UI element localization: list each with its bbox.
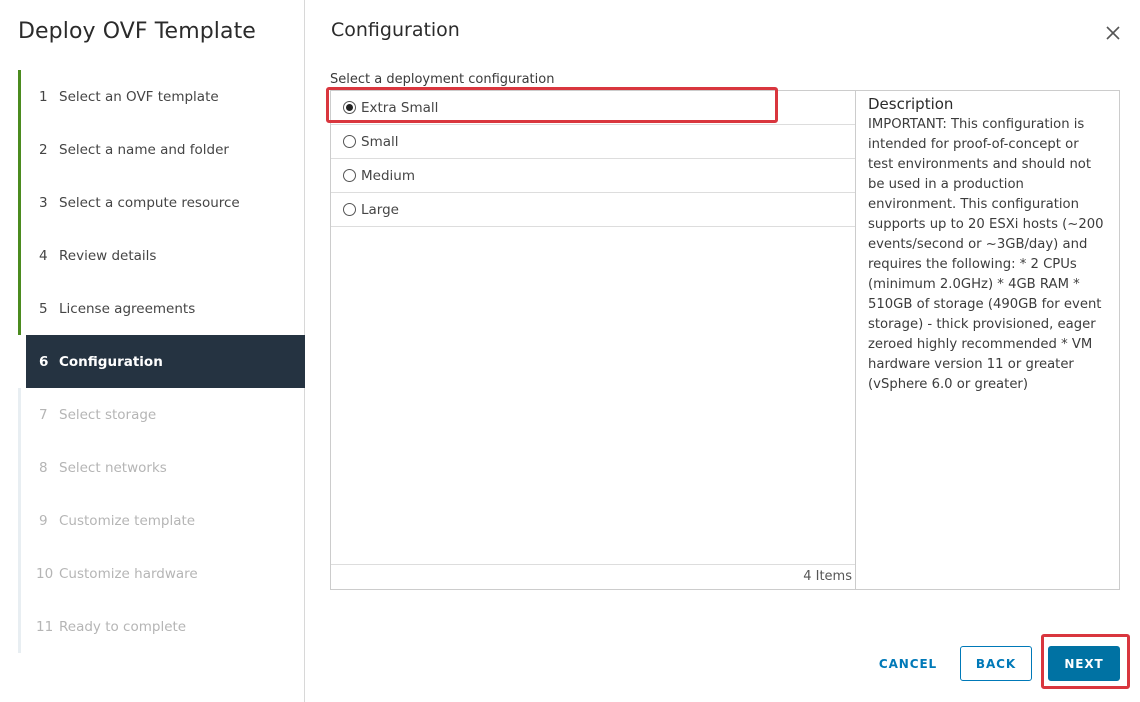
step-progress-bar [18, 229, 21, 282]
step-label: Configuration [59, 353, 163, 370]
step-progress-bar [18, 388, 21, 441]
step-select-name-folder[interactable]: 2 Select a name and folder [18, 123, 305, 176]
description-title: Description [868, 95, 954, 113]
description-text: IMPORTANT: This configuration is intende… [868, 117, 1104, 392]
option-medium[interactable]: Medium [331, 159, 856, 193]
description-panel: Description IMPORTANT: This configuratio… [855, 90, 1120, 590]
step-label: Ready to complete [59, 618, 187, 635]
step-number: 6 [39, 353, 49, 370]
back-button[interactable]: BACK [960, 646, 1032, 681]
step-number: 1 [39, 88, 48, 105]
step-ready-to-complete: 11 Ready to complete [18, 600, 305, 653]
option-label: Small [361, 133, 399, 150]
step-select-compute-resource[interactable]: 3 Select a compute resource [18, 176, 305, 229]
step-number: 7 [39, 406, 48, 423]
wizard-sidebar: Deploy OVF Template 1 Select an OVF temp… [0, 0, 305, 702]
step-review-details[interactable]: 4 Review details [18, 229, 305, 282]
step-progress-bar [18, 547, 21, 600]
step-label: Select a name and folder [59, 141, 229, 158]
radio-button[interactable] [343, 169, 356, 182]
wizard-title: Deploy OVF Template [18, 19, 256, 44]
step-select-storage: 7 Select storage [18, 388, 305, 441]
step-progress-bar [18, 176, 21, 229]
option-extra-small[interactable]: Extra Small [331, 91, 856, 125]
step-number: 4 [39, 247, 48, 264]
page-title: Configuration [331, 19, 460, 41]
step-select-ovf-template[interactable]: 1 Select an OVF template [18, 70, 305, 123]
configuration-list: Extra Small Small Medium Large 4 Items [330, 90, 856, 590]
step-license-agreements[interactable]: 5 License agreements [18, 282, 305, 335]
step-progress-bar [18, 70, 21, 123]
item-count: 4 Items [331, 564, 856, 589]
close-icon[interactable] [1104, 24, 1122, 42]
section-label: Select a deployment configuration [330, 72, 555, 87]
radio-button[interactable] [343, 135, 356, 148]
step-progress-bar [18, 123, 21, 176]
step-label: Review details [59, 247, 157, 264]
option-large[interactable]: Large [331, 193, 856, 227]
option-label: Medium [361, 167, 415, 184]
step-label: Select an OVF template [59, 88, 219, 105]
step-number: 8 [39, 459, 48, 476]
option-label: Extra Small [361, 99, 439, 116]
step-number: 11 [36, 618, 54, 635]
step-number: 5 [39, 300, 48, 317]
step-progress-bar [18, 441, 21, 494]
step-progress-bar [18, 494, 21, 547]
next-button[interactable]: NEXT [1048, 646, 1120, 681]
step-number: 2 [39, 141, 48, 158]
step-label: Customize template [59, 512, 196, 529]
radio-button[interactable] [343, 203, 356, 216]
cancel-button[interactable]: CANCEL [868, 646, 948, 681]
step-label: Select networks [59, 459, 167, 476]
option-small[interactable]: Small [331, 125, 856, 159]
step-configuration[interactable]: 6 Configuration [26, 335, 305, 388]
step-select-networks: 8 Select networks [18, 441, 305, 494]
step-label: Select storage [59, 406, 157, 423]
step-number: 9 [39, 512, 48, 529]
radio-button-selected[interactable] [343, 101, 356, 114]
step-progress-bar [18, 282, 21, 335]
step-label: License agreements [59, 300, 196, 317]
step-customize-hardware: 10 Customize hardware [18, 547, 305, 600]
step-customize-template: 9 Customize template [18, 494, 305, 547]
step-number: 10 [36, 565, 54, 582]
step-progress-bar [18, 600, 21, 653]
step-number: 3 [39, 194, 48, 211]
step-label: Customize hardware [59, 565, 198, 582]
main-panel: Configuration Select a deployment config… [306, 0, 1140, 702]
step-label: Select a compute resource [59, 194, 240, 211]
option-label: Large [361, 201, 399, 218]
wizard-steps: 1 Select an OVF template 2 Select a name… [18, 70, 305, 653]
